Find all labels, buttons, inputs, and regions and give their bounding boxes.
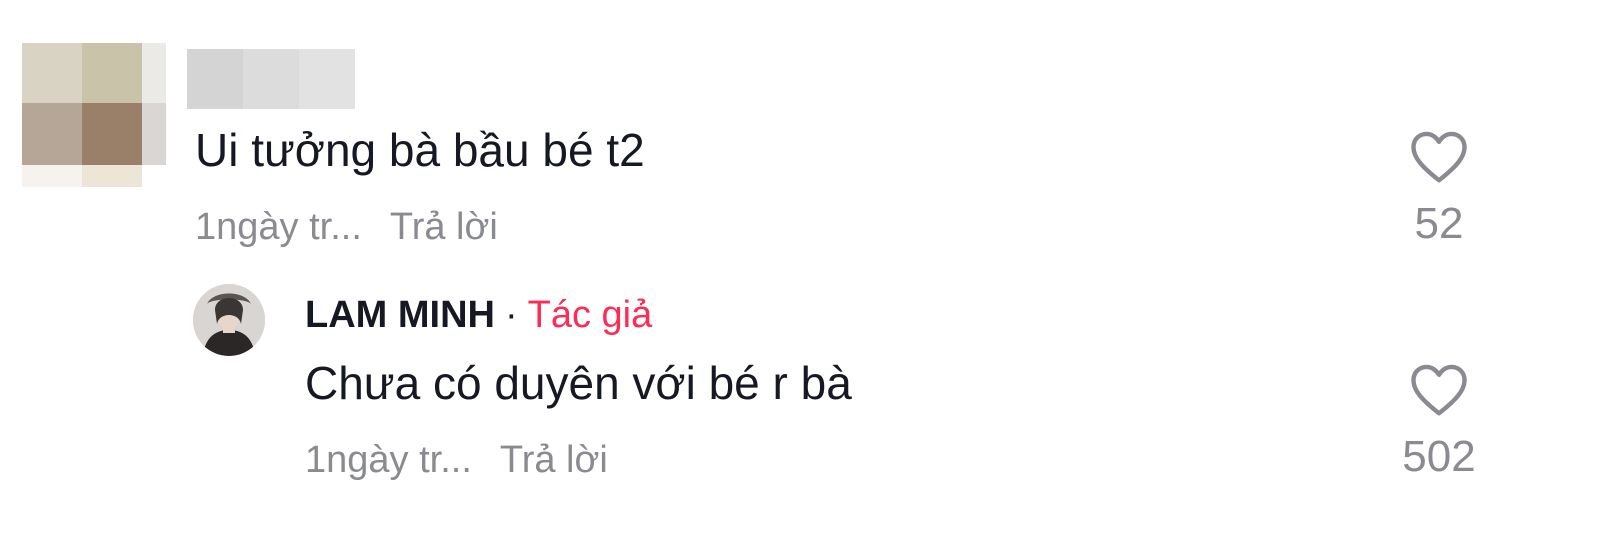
like-button[interactable]: 52 xyxy=(1379,130,1499,246)
comment-thread: Ui tưởng bà bầu bé t2 1ngày tr... Trả lờ… xyxy=(0,0,1600,534)
reply-like-count: 502 xyxy=(1402,432,1476,481)
author-avatar[interactable] xyxy=(193,284,265,356)
reply-timestamp: 1ngày tr... xyxy=(305,439,472,481)
comment-text: Ui tưởng bà bầu bé t2 xyxy=(195,124,645,176)
commenter-name-blurred[interactable] xyxy=(187,49,355,109)
comment-meta: 1ngày tr... Trả lời xyxy=(195,208,498,246)
comment-timestamp: 1ngày tr... xyxy=(195,206,362,248)
like-count: 52 xyxy=(1414,199,1464,248)
reply-button[interactable]: Trả lời xyxy=(390,208,498,246)
heart-outline-icon xyxy=(1411,364,1467,416)
separator-dot: · xyxy=(504,294,518,336)
heart-outline-icon xyxy=(1411,131,1467,183)
reply-like-button[interactable]: 502 xyxy=(1379,363,1499,479)
author-avatar-image xyxy=(193,284,265,356)
reply-text: Chưa có duyên với bé r bà xyxy=(305,357,852,409)
reply-reply-button[interactable]: Trả lời xyxy=(500,441,608,479)
author-name[interactable]: LAM MINH xyxy=(305,294,495,336)
reply-author-line: LAM MINH · Tác giả xyxy=(305,296,652,334)
author-badge: Tác giả xyxy=(527,294,653,336)
commenter-avatar-blurred[interactable] xyxy=(22,43,166,187)
reply-meta: 1ngày tr... Trả lời xyxy=(305,441,608,479)
